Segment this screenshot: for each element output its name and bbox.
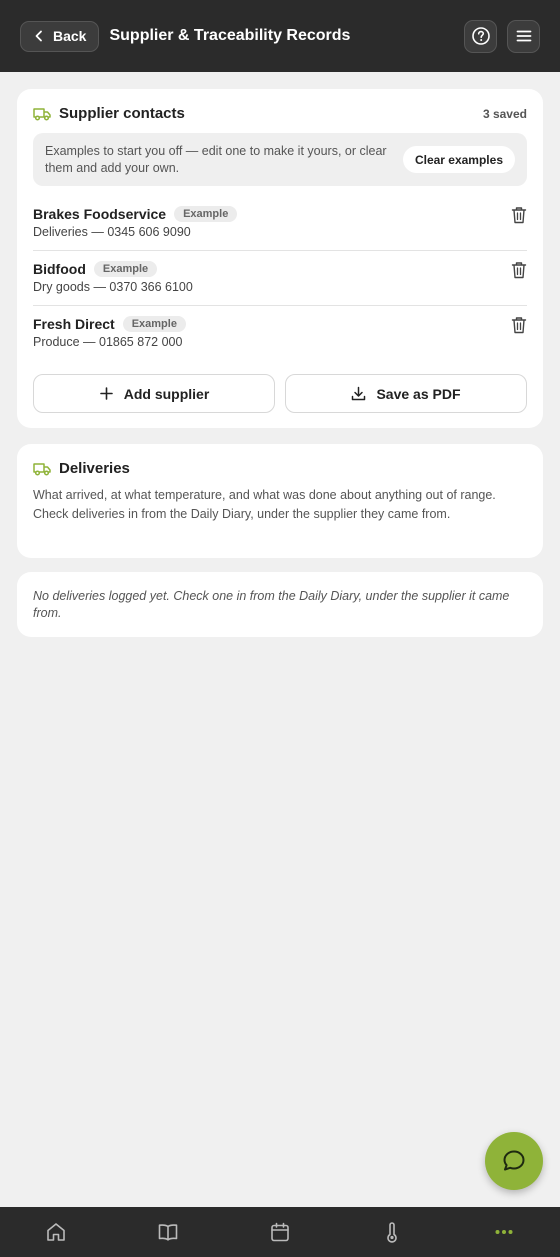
empty-deliveries-card: No deliveries logged yet. Check one in f… [17, 572, 543, 637]
supplier-item[interactable]: Brakes Foodservice Example Deliveries — … [33, 196, 527, 251]
supplier-item[interactable]: Fresh Direct Example Produce — 01865 872… [33, 306, 527, 361]
supplier-contacts-header: Supplier contacts 3 saved [33, 105, 527, 122]
nav-diary[interactable] [140, 1207, 196, 1257]
deliveries-header: Deliveries [33, 460, 527, 477]
top-bar: Back Supplier & Traceability Records [0, 0, 560, 72]
save-pdf-button[interactable]: Save as PDF [285, 374, 527, 413]
download-icon [352, 386, 366, 401]
supplier-contacts-card: Supplier contacts 3 saved Examples to st… [17, 89, 543, 428]
help-icon [471, 27, 490, 45]
bottom-nav [0, 1207, 560, 1257]
nav-home[interactable] [28, 1207, 84, 1257]
supplier-name: Fresh Direct [33, 316, 115, 332]
supplier-name-row: Fresh Direct Example [33, 316, 186, 332]
supplier-name-row: Bidfood Example [33, 261, 158, 277]
nav-temperature[interactable] [364, 1207, 420, 1257]
back-button[interactable]: Back [20, 20, 100, 52]
supplier-item[interactable]: Bidfood Example Dry goods — 0370 366 610… [33, 251, 527, 306]
supplier-detail: Deliveries — 0345 606 9090 [33, 225, 191, 239]
home-icon [47, 1223, 65, 1241]
examples-notice: Examples to start you off — edit one to … [33, 133, 527, 186]
add-supplier-button[interactable]: Add supplier [33, 374, 275, 413]
help-button[interactable] [464, 19, 497, 53]
deliveries-title: Deliveries [59, 460, 130, 477]
trash-icon[interactable] [511, 316, 527, 334]
chevron-left-icon [35, 30, 42, 42]
nav-more[interactable] [476, 1207, 532, 1257]
supplier-contacts-title: Supplier contacts [59, 105, 185, 122]
example-badge: Example [93, 261, 158, 277]
clear-examples-button[interactable]: Clear examples [402, 146, 515, 173]
trash-icon[interactable] [511, 261, 527, 279]
empty-state-text: No deliveries logged yet. Check one in f… [33, 589, 510, 620]
example-badge: Example [174, 206, 238, 222]
saved-count: 3 saved [482, 106, 527, 121]
truck-icon [33, 107, 51, 121]
calendar-icon [271, 1222, 289, 1242]
add-supplier-label: Add supplier [123, 385, 210, 402]
supplier-detail: Dry goods — 0370 366 6100 [33, 280, 193, 294]
example-badge: Example [122, 316, 186, 332]
page-title: Supplier & Traceability Records [109, 27, 351, 44]
plus-icon [99, 387, 113, 400]
deliveries-card: Deliveries What arrived, at what tempera… [17, 444, 543, 558]
truck-icon [33, 462, 51, 476]
trash-icon[interactable] [511, 206, 527, 224]
supplier-name-row: Brakes Foodservice Example [33, 206, 238, 222]
menu-button[interactable] [507, 19, 540, 53]
save-pdf-label: Save as PDF [376, 385, 461, 402]
supplier-name: Brakes Foodservice [33, 206, 167, 222]
supplier-detail: Produce — 01865 872 000 [33, 335, 183, 349]
menu-icon [516, 30, 531, 42]
app-page: Back Supplier & Traceability Records Sup… [0, 0, 560, 1257]
more-icon [495, 1230, 513, 1234]
supplier-actions: Add supplier Save as PDF [33, 374, 527, 413]
book-icon [158, 1224, 178, 1241]
chat-icon [503, 1150, 525, 1171]
chat-button[interactable] [485, 1132, 543, 1190]
thermometer-icon [387, 1222, 397, 1243]
deliveries-description: What arrived, at what temperature, and w… [33, 488, 496, 521]
back-label: Back [53, 28, 87, 44]
supplier-name: Bidfood [33, 261, 86, 277]
notice-text: Examples to start you off — edit one to … [45, 143, 387, 175]
nav-calendar[interactable] [252, 1207, 308, 1257]
